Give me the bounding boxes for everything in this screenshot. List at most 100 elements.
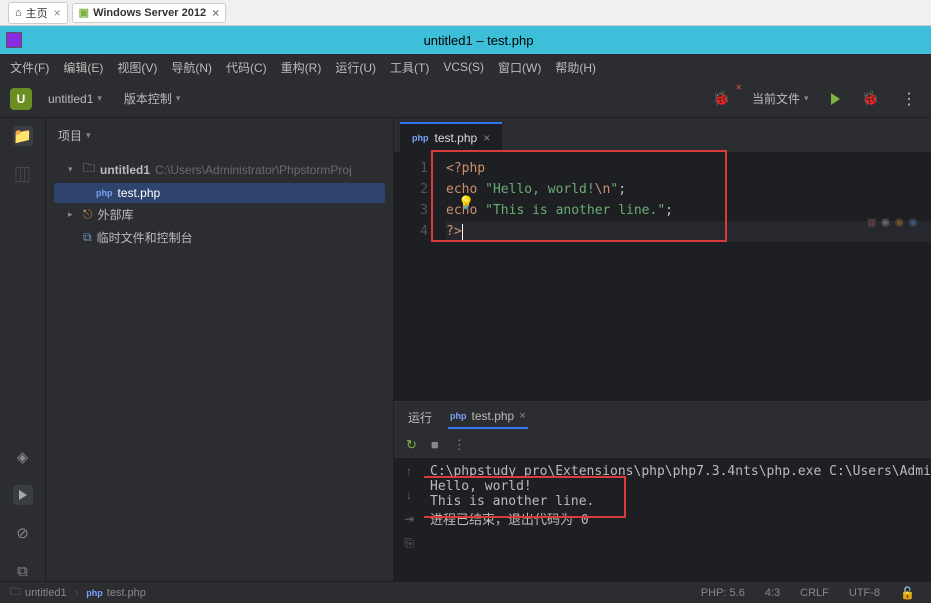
code-token: "Hello, world! — [485, 182, 595, 197]
menu-file[interactable]: 文件(F) — [10, 59, 49, 76]
php-file-icon: php — [86, 588, 103, 598]
breadcrumb-file[interactable]: php test.php — [86, 587, 146, 599]
tree-ext-label: 外部库 — [98, 206, 134, 223]
menu-navigate[interactable]: 导航(N) — [171, 59, 212, 76]
more-button[interactable]: ⋮ — [895, 87, 921, 111]
stop-icon[interactable]: ■ — [431, 437, 439, 452]
up-icon[interactable]: ↑ — [406, 464, 412, 478]
run-tab-file[interactable]: php test.php × — [448, 405, 528, 429]
run-side-toolbar: ↑ ↓ ⇥ ⎘ — [394, 458, 424, 581]
run-button[interactable] — [825, 91, 846, 107]
line-number: 1 — [394, 158, 428, 179]
menu-run[interactable]: 运行(U) — [335, 59, 376, 76]
status-line-ending[interactable]: CRLF — [794, 587, 835, 599]
vcs-selector[interactable]: 版本控制 ▾ — [118, 88, 187, 109]
code-token: ; — [618, 182, 626, 197]
tree-external-libs[interactable]: ▸ ⎋ 外部库 — [54, 203, 385, 226]
close-icon[interactable]: × — [483, 131, 490, 145]
run-tool-icon[interactable] — [13, 485, 33, 505]
inspection-icons: ▦ ◉ ◉ ◉ — [868, 212, 917, 233]
chevron-down-icon: ▾ — [97, 93, 102, 104]
menu-refactor[interactable]: 重构(R) — [281, 59, 322, 76]
project-badge[interactable]: U — [10, 88, 32, 110]
firefox-icon[interactable]: ◉ — [895, 212, 903, 233]
project-tree: ▾ 🗀 untitled1 C:\Users\Administrator\Php… — [46, 152, 393, 253]
vcs-label: 版本控制 — [124, 90, 172, 107]
tree-root-label: untitled1 — [100, 163, 150, 177]
export-icon[interactable]: ⎘ — [404, 536, 414, 551]
project-panel-header[interactable]: 项目 ▾ — [46, 118, 393, 152]
code-token: ?> — [446, 224, 462, 239]
wrap-icon[interactable]: ⇥ — [404, 512, 414, 526]
highlight-box-output — [424, 476, 626, 518]
code-token: ; — [665, 203, 673, 218]
chrome-icon[interactable]: ◉ — [882, 212, 890, 233]
vm-tab-home-label: 主页 — [26, 5, 48, 21]
breadcrumb-file-label: test.php — [107, 587, 146, 599]
text-cursor — [462, 224, 463, 240]
run-console[interactable]: C:\phpstudy_pro\Extensions\php\php7.3.4n… — [424, 458, 931, 581]
debug-error-icon[interactable]: 🐞 — [707, 88, 736, 109]
library-icon: ⎋ — [83, 207, 93, 222]
terminal-icon[interactable]: ⧉ — [13, 561, 33, 581]
breadcrumb-project-label: untitled1 — [25, 587, 67, 599]
editor-tab-label: test.php — [435, 131, 478, 145]
vm-tab-home[interactable]: ⌂ 主页 × — [8, 2, 68, 24]
editor-column: php test.php × 1 2 3 4 💡 <?php echo "Hel… — [394, 118, 931, 581]
menu-window[interactable]: 窗口(W) — [498, 59, 541, 76]
run-config-selector[interactable]: 当前文件 ▾ — [746, 88, 815, 109]
close-icon[interactable]: × — [54, 6, 61, 20]
tree-scratches[interactable]: ⧉ 临时文件和控制台 — [54, 226, 385, 249]
close-icon[interactable]: × — [212, 6, 219, 20]
line-number: 4 — [394, 221, 428, 242]
tree-file-test[interactable]: php test.php — [54, 183, 385, 203]
services-icon[interactable]: ◈ — [13, 447, 33, 467]
status-cursor-pos[interactable]: 4:3 — [759, 587, 786, 599]
status-encoding[interactable]: UTF-8 — [843, 587, 886, 599]
app-icon — [6, 32, 22, 48]
tree-scratch-label: 临时文件和控制台 — [97, 229, 193, 246]
menu-code[interactable]: 代码(C) — [226, 59, 267, 76]
breadcrumb-separator: › — [75, 587, 79, 599]
bug-icon: 🐞 — [713, 90, 730, 106]
run-tab-label[interactable]: 运行 — [406, 405, 434, 430]
project-tool-icon[interactable]: 📁 — [13, 126, 33, 146]
status-php-version[interactable]: PHP: 5.6 — [695, 587, 751, 599]
left-rail: 📁 ⿲ ◈ ⊘ ⧉ — [0, 118, 46, 581]
problems-icon[interactable]: ⊘ — [13, 523, 33, 543]
menu-help[interactable]: 帮助(H) — [555, 59, 596, 76]
tree-root-path: C:\Users\Administrator\PhpstormProj — [155, 163, 352, 177]
php-file-icon: php — [412, 133, 429, 143]
folder-icon: 🗀 — [83, 159, 95, 180]
editor-body[interactable]: 1 2 3 4 💡 <?php echo "Hello, world!\n"; … — [394, 152, 931, 401]
more-icon[interactable]: ⋮ — [453, 437, 464, 453]
down-icon[interactable]: ↓ — [406, 488, 412, 502]
menu-view[interactable]: 视图(V) — [117, 59, 157, 76]
run-toolbar: ↻ ■ ⋮ — [394, 432, 931, 458]
chevron-down-icon: ▾ — [804, 93, 809, 104]
menu-edit[interactable]: 编辑(E) — [63, 59, 103, 76]
menu-tools[interactable]: 工具(T) — [390, 59, 429, 76]
editor-tab-test[interactable]: php test.php × — [400, 122, 502, 152]
status-bar: 🗀 untitled1 › php test.php PHP: 5.6 4:3 … — [0, 581, 931, 603]
rerun-icon[interactable]: ↻ — [406, 437, 417, 453]
lock-icon[interactable]: 🔓 — [894, 586, 921, 600]
project-selector[interactable]: untitled1 ▾ — [42, 90, 108, 108]
editor-tabs: php test.php × — [394, 118, 931, 152]
safari-icon[interactable]: ◉ — [909, 212, 917, 233]
vm-tab-server[interactable]: ▣ Windows Server 2012 × — [72, 3, 226, 23]
tree-root[interactable]: ▾ 🗀 untitled1 C:\Users\Administrator\Php… — [54, 156, 385, 183]
debug-button[interactable]: 🐞 — [856, 88, 885, 109]
close-icon[interactable]: × — [519, 410, 525, 422]
bulb-icon[interactable]: 💡 — [458, 193, 474, 214]
structure-icon[interactable]: ⿲ — [13, 164, 33, 184]
menu-vcs[interactable]: VCS(S) — [443, 60, 484, 74]
ps-icon[interactable]: ▦ — [868, 212, 876, 233]
chevron-down-icon: ▾ — [86, 130, 91, 141]
code-area[interactable]: 💡 <?php echo "Hello, world!\n"; echo "Th… — [436, 152, 931, 401]
home-icon: ⌂ — [15, 7, 22, 19]
window-title: untitled1 – test.php — [32, 33, 925, 48]
gutter: 1 2 3 4 — [394, 152, 436, 401]
breadcrumb-project[interactable]: 🗀 untitled1 — [10, 583, 67, 602]
line-number: 2 — [394, 179, 428, 200]
